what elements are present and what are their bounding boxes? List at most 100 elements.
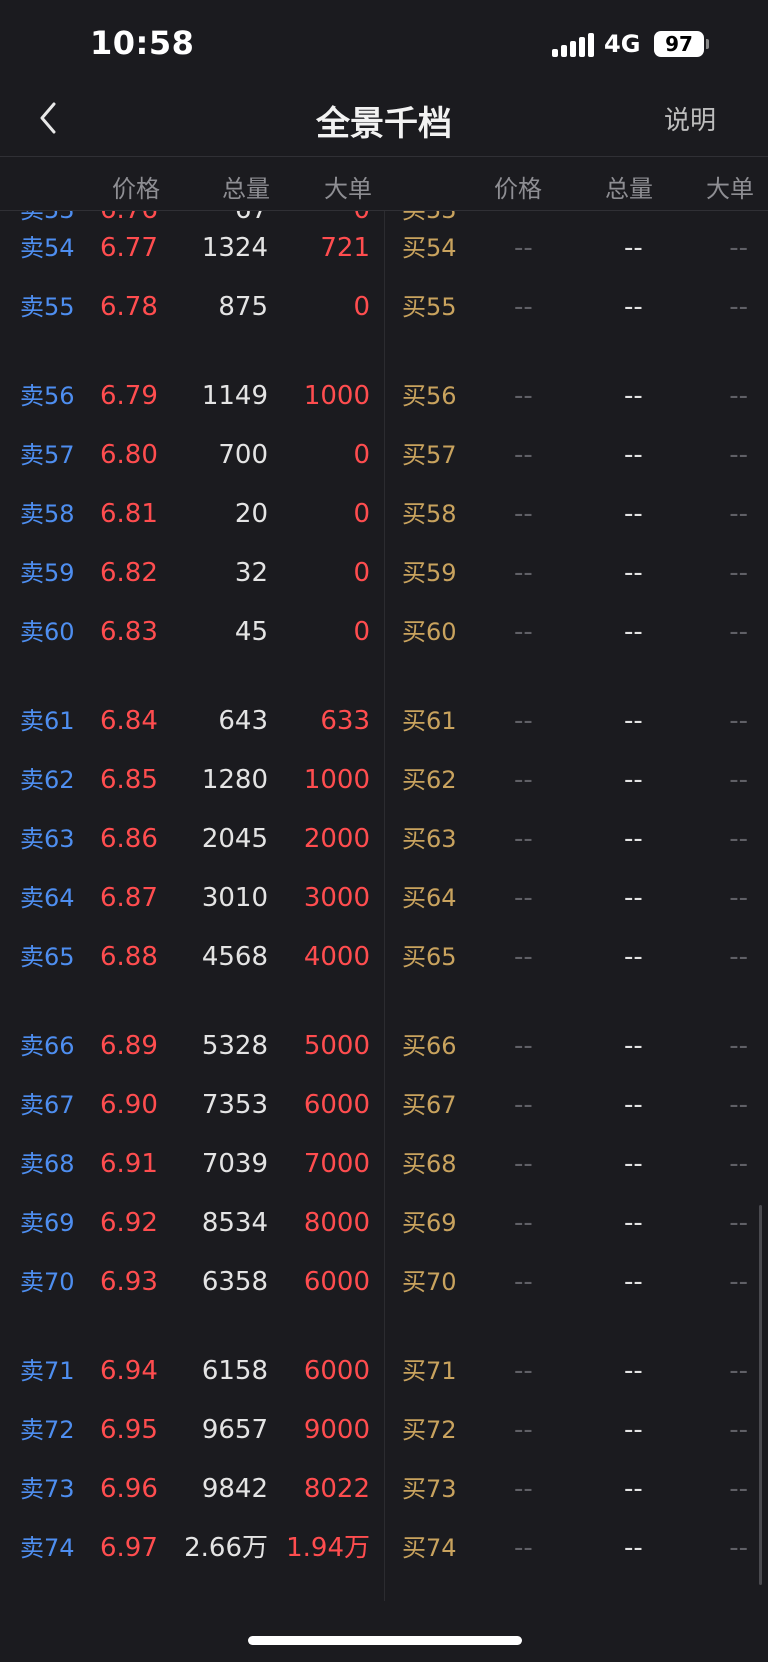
- buy-price: --: [514, 440, 533, 470]
- sell-price: 6.83: [100, 617, 158, 647]
- sell-big-order: 0: [353, 440, 370, 470]
- buy-volume: --: [624, 883, 643, 913]
- buy-big-order: --: [729, 558, 748, 588]
- buy-level-label: 买57: [402, 441, 457, 469]
- sell-big-order: 5000: [303, 1031, 370, 1061]
- sell-price: 6.97: [100, 1533, 158, 1563]
- sell-volume: 875: [218, 292, 268, 322]
- sell-volume: 32: [234, 558, 268, 588]
- buy-volume: --: [624, 1149, 643, 1179]
- buy-price: --: [514, 824, 533, 854]
- buy-big-order: --: [729, 1267, 748, 1297]
- sell-big-order: 7000: [303, 1149, 370, 1179]
- sell-volume: 6158: [201, 1356, 268, 1386]
- buy-volume: --: [624, 233, 643, 263]
- sell-big-order: 0: [353, 292, 370, 322]
- sell-big-order: 8000: [303, 1208, 370, 1238]
- sell-price: 6.91: [100, 1149, 158, 1179]
- help-button[interactable]: 说明: [664, 100, 716, 137]
- sell-level-label: 卖58: [20, 500, 75, 528]
- sell-level-label: 卖65: [20, 943, 75, 971]
- buy-volume: --: [624, 292, 643, 322]
- buy-volume: --: [624, 824, 643, 854]
- sell-price: 6.78: [100, 292, 158, 322]
- sell-price: 6.85: [100, 765, 158, 795]
- sell-level-label: 卖66: [20, 1032, 75, 1060]
- sell-big-order: 2000: [303, 824, 370, 854]
- sell-volume: 9657: [201, 1415, 268, 1445]
- sell-price: 6.94: [100, 1356, 158, 1386]
- buy-big-order: --: [729, 617, 748, 647]
- sell-volume: 643: [218, 706, 268, 736]
- buy-big-order: --: [729, 1356, 748, 1386]
- sell-big-order: 6000: [303, 1267, 370, 1297]
- sell-price: 6.86: [100, 824, 158, 854]
- sell-level-label: 卖57: [20, 441, 75, 469]
- buy-volume: --: [624, 1090, 643, 1120]
- buy-level-label: 买54: [402, 234, 457, 262]
- buy-volume: --: [624, 499, 643, 529]
- buy-big-order: --: [729, 765, 748, 795]
- scrollbar[interactable]: [759, 1205, 762, 1585]
- sell-level-label: 卖69: [20, 1209, 75, 1237]
- sell-big-order: 6000: [303, 1090, 370, 1120]
- buy-price: --: [514, 1533, 533, 1563]
- sell-big-order: 0: [353, 499, 370, 529]
- buy-level-label: 买56: [402, 382, 457, 410]
- sell-price: 6.89: [100, 1031, 158, 1061]
- buy-volume: --: [624, 1474, 643, 1504]
- sell-price: 6.84: [100, 706, 158, 736]
- sell-big-order: 6000: [303, 1356, 370, 1386]
- buy-price: --: [514, 1356, 533, 1386]
- sell-volume: 3010: [201, 883, 268, 913]
- buy-level-label: 买68: [402, 1150, 457, 1178]
- sell-level-label: 卖54: [20, 234, 75, 262]
- buy-price: --: [514, 1267, 533, 1297]
- sell-level-label: 卖67: [20, 1091, 75, 1119]
- sell-big-order: 0: [353, 617, 370, 647]
- column-divider: [384, 211, 385, 1601]
- buy-level-label: 买61: [402, 707, 457, 735]
- sell-volume: 20: [234, 499, 268, 529]
- sell-big-order: 8022: [303, 1474, 370, 1504]
- buy-price: --: [514, 1090, 533, 1120]
- page-title: 全景千档: [316, 104, 452, 144]
- buy-price: --: [514, 558, 533, 588]
- battery-icon: 97: [654, 31, 704, 57]
- sell-volume: 7039: [201, 1149, 268, 1179]
- column-header: 价格 总量 大单 价格 总量 大单: [0, 156, 768, 211]
- buy-volume: --: [624, 1031, 643, 1061]
- buy-big-order: --: [729, 1031, 748, 1061]
- status-time: 10:58: [90, 24, 195, 62]
- buy-level-label: 买55: [402, 293, 457, 321]
- buy-price: --: [514, 1149, 533, 1179]
- sell-big-order: 633: [320, 706, 370, 736]
- buy-volume: --: [624, 381, 643, 411]
- sell-volume: 8534: [201, 1208, 268, 1238]
- buy-big-order: --: [729, 1533, 748, 1563]
- buy-big-header: 大单: [706, 175, 754, 203]
- sell-big-order: 0: [353, 558, 370, 588]
- sell-price: 6.96: [100, 1474, 158, 1504]
- buy-level-label: 买74: [402, 1534, 457, 1562]
- buy-price: --: [514, 1474, 533, 1504]
- buy-level-label: 买58: [402, 500, 457, 528]
- buy-big-order: --: [729, 883, 748, 913]
- sell-level-label: 卖73: [20, 1475, 75, 1503]
- buy-price: --: [514, 765, 533, 795]
- buy-level-label: 买60: [402, 618, 457, 646]
- buy-price: --: [514, 617, 533, 647]
- sell-price: 6.81: [100, 499, 158, 529]
- buy-level-label: 买67: [402, 1091, 457, 1119]
- sell-level-label: 卖59: [20, 559, 75, 587]
- buy-big-order: --: [729, 1149, 748, 1179]
- buy-big-order: --: [729, 1415, 748, 1445]
- buy-price: --: [514, 942, 533, 972]
- sell-level-label: 卖56: [20, 382, 75, 410]
- sell-volume: 2.66万: [184, 1533, 268, 1563]
- buy-level-label: 买65: [402, 943, 457, 971]
- sell-big-order: 9000: [303, 1415, 370, 1445]
- sell-big-order: 1.94万: [286, 1533, 370, 1563]
- buy-big-order: --: [729, 824, 748, 854]
- home-indicator[interactable]: [248, 1636, 522, 1645]
